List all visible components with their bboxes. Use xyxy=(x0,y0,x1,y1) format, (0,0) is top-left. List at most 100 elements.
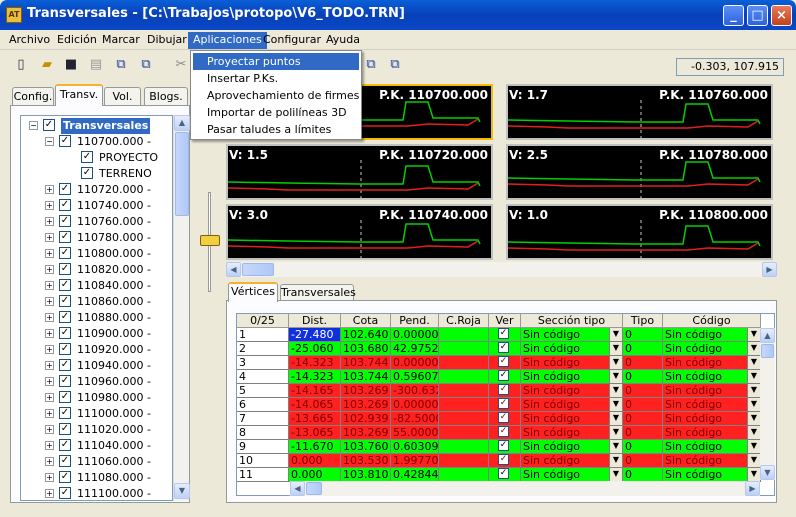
print-icon[interactable]: ▤ xyxy=(87,56,105,74)
menu-aprovechamiento-firmes[interactable]: Aprovechamiento de firmes xyxy=(193,87,359,104)
checkbox-icon[interactable]: ✓ xyxy=(59,279,71,291)
dropdown-arrow-icon[interactable]: ▼ xyxy=(609,328,622,341)
column-header[interactable]: Dist. xyxy=(289,314,341,328)
tab-config[interactable]: Config. xyxy=(12,87,54,105)
cota-cell[interactable]: 103.269 xyxy=(341,384,391,398)
codigo-combo[interactable]: Sin código ▼ xyxy=(663,356,761,370)
checkbox-icon[interactable]: ✓ xyxy=(498,328,509,339)
checkbox-icon[interactable]: ✓ xyxy=(59,391,71,403)
menu-aplicaciones[interactable]: Aplicaciones xyxy=(188,32,267,49)
dropdown-arrow-icon[interactable]: ▼ xyxy=(609,342,622,355)
pend-cell[interactable]: 0.000000 xyxy=(391,398,439,412)
checkbox-icon[interactable]: ✓ xyxy=(498,342,509,353)
checkbox-icon[interactable]: ✓ xyxy=(498,412,509,423)
expand-icon[interactable]: + xyxy=(45,457,54,466)
c-roja-cell[interactable] xyxy=(439,398,489,412)
dropdown-arrow-icon[interactable]: ▼ xyxy=(609,356,622,369)
codigo-combo[interactable]: Sin código ▼ xyxy=(663,426,761,440)
zoom-slider-thumb[interactable] xyxy=(200,235,220,246)
cota-cell[interactable]: 103.744 xyxy=(341,356,391,370)
expand-icon[interactable]: + xyxy=(45,345,54,354)
dropdown-arrow-icon[interactable]: ▼ xyxy=(747,440,760,453)
copy-section-icon[interactable]: ⧉ xyxy=(362,56,380,74)
tipo-cell[interactable]: 0 xyxy=(623,412,663,426)
column-header[interactable]: Cota xyxy=(341,314,391,328)
codigo-combo[interactable]: Sin código ▼ xyxy=(663,454,761,468)
dropdown-arrow-icon[interactable]: ▼ xyxy=(747,398,760,411)
c-roja-cell[interactable] xyxy=(439,356,489,370)
close-button[interactable]: × xyxy=(771,5,792,26)
checkbox-icon[interactable]: ✓ xyxy=(43,119,55,131)
checkbox-icon[interactable]: ✓ xyxy=(59,247,71,259)
dropdown-arrow-icon[interactable]: ▼ xyxy=(609,454,622,467)
dropdown-arrow-icon[interactable]: ▼ xyxy=(609,384,622,397)
ver-checkbox-cell[interactable]: ✓ xyxy=(489,454,521,468)
checkbox-icon[interactable]: ✓ xyxy=(59,439,71,451)
cota-cell[interactable]: 103.680 xyxy=(341,342,391,356)
dropdown-arrow-icon[interactable]: ▼ xyxy=(747,384,760,397)
expand-icon[interactable]: + xyxy=(45,329,54,338)
dropdown-arrow-icon[interactable]: ▼ xyxy=(747,356,760,369)
section-view[interactable]: V: 1.5 P.K. 110720.000 xyxy=(226,144,493,200)
column-header[interactable]: Tipo xyxy=(623,314,663,328)
row-number[interactable]: 8 xyxy=(237,426,289,440)
row-number[interactable]: 4 xyxy=(237,370,289,384)
cota-cell[interactable]: 103.744 xyxy=(341,370,391,384)
codigo-combo[interactable]: Sin código ▼ xyxy=(663,328,761,342)
scroll-up-icon[interactable]: ▲ xyxy=(174,115,190,131)
section-view[interactable]: V: 1.7 P.K. 110760.000 xyxy=(506,84,773,140)
expand-icon[interactable]: + xyxy=(45,281,54,290)
c-roja-cell[interactable] xyxy=(439,454,489,468)
cota-cell[interactable]: 102.939 xyxy=(341,412,391,426)
row-number[interactable]: 1 xyxy=(237,328,289,342)
checkbox-icon[interactable]: ✓ xyxy=(59,487,71,499)
dist-cell[interactable]: -27.480 xyxy=(289,328,341,342)
c-roja-cell[interactable] xyxy=(439,468,489,482)
tipo-cell[interactable]: 0 xyxy=(623,398,663,412)
expand-icon[interactable]: + xyxy=(45,489,54,498)
pend-cell[interactable]: 0.000000 xyxy=(391,356,439,370)
pend-cell[interactable]: -300.632 xyxy=(391,384,439,398)
codigo-combo[interactable]: Sin código ▼ xyxy=(663,370,761,384)
checkbox-icon[interactable]: ✓ xyxy=(59,455,71,467)
dist-cell[interactable]: -14.065 xyxy=(289,398,341,412)
minimize-button[interactable]: _ xyxy=(723,5,744,26)
dropdown-arrow-icon[interactable]: ▼ xyxy=(747,468,760,481)
column-header[interactable]: Ver xyxy=(489,314,521,328)
menu-insertar-pks[interactable]: Insertar P.Ks. xyxy=(193,70,359,87)
menu-edicion[interactable]: Edición xyxy=(52,32,102,49)
dist-cell[interactable]: -14.165 xyxy=(289,384,341,398)
pend-cell[interactable]: 42.97520 xyxy=(391,342,439,356)
import-icon[interactable]: ⧉ xyxy=(137,56,155,74)
expand-icon[interactable]: + xyxy=(45,297,54,306)
expand-icon[interactable]: + xyxy=(45,249,54,258)
checkbox-icon[interactable]: ✓ xyxy=(59,183,71,195)
column-header[interactable]: C.Roja xyxy=(439,314,489,328)
vertices-grid[interactable]: 0/25 Dist. Cota Pend. C.Roja Ver Sección tipo T… xyxy=(236,313,775,496)
seccion-tipo-combo[interactable]: Sin código ▼ xyxy=(521,426,623,440)
dist-cell[interactable]: 0.000 xyxy=(289,468,341,482)
section-view[interactable]: V: 1.0 P.K. 110800.000 xyxy=(506,204,773,260)
checkbox-icon[interactable]: ✓ xyxy=(59,423,71,435)
scroll-up-icon[interactable]: ▲ xyxy=(760,328,775,343)
scroll-left-icon[interactable]: ◀ xyxy=(226,262,241,277)
section-view[interactable]: V: 2.5 P.K. 110780.000 xyxy=(506,144,773,200)
c-roja-cell[interactable] xyxy=(439,426,489,440)
pend-cell[interactable]: 0.428445 xyxy=(391,468,439,482)
expand-icon[interactable]: + xyxy=(45,377,54,386)
checkbox-icon[interactable]: ✓ xyxy=(498,398,509,409)
grid-horizontal-scrollbar[interactable]: ◀ ▶ xyxy=(290,481,760,496)
seccion-tipo-combo[interactable]: Sin código ▼ xyxy=(521,342,623,356)
seccion-tipo-combo[interactable]: Sin código ▼ xyxy=(521,412,623,426)
export-icon[interactable]: ⧉ xyxy=(112,56,130,74)
checkbox-icon[interactable]: ✓ xyxy=(498,356,509,367)
expand-icon[interactable]: + xyxy=(45,201,54,210)
app-icon[interactable]: AT xyxy=(6,7,22,23)
codigo-combo[interactable]: Sin código ▼ xyxy=(663,440,761,454)
ver-checkbox-cell[interactable]: ✓ xyxy=(489,468,521,482)
ver-checkbox-cell[interactable]: ✓ xyxy=(489,426,521,440)
expand-icon[interactable]: + xyxy=(45,233,54,242)
grid-vertical-scrollbar[interactable]: ▲ ▼ xyxy=(760,328,775,480)
dist-cell[interactable]: -25.060 xyxy=(289,342,341,356)
expand-icon[interactable]: + xyxy=(45,313,54,322)
